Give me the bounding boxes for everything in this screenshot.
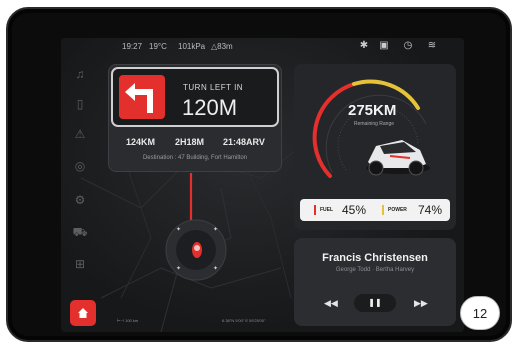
phone-icon[interactable]: ▣ bbox=[378, 40, 390, 52]
map-coordinates: 6.38°N 5'00" E 59'25'00" bbox=[222, 318, 266, 323]
power-marker bbox=[382, 205, 384, 215]
phone-icon[interactable]: ▯ bbox=[72, 96, 88, 112]
range-label: Remaining Range bbox=[354, 121, 395, 127]
step-badge: 12 bbox=[460, 296, 500, 330]
turn-label: TURN LEFT IN bbox=[183, 83, 244, 92]
turn-distance: 120M bbox=[182, 95, 238, 120]
range-gauge bbox=[312, 79, 430, 178]
music-icon[interactable]: ♫ bbox=[72, 66, 88, 82]
pause-icon: ❚❚ bbox=[368, 298, 382, 307]
pause-button[interactable]: ❚❚ bbox=[354, 294, 396, 312]
trip-distance: 124KM bbox=[126, 137, 156, 147]
song-artist: George Todd · Bertha Harvey bbox=[335, 267, 415, 273]
home-icon bbox=[78, 308, 88, 318]
altitude: △83m bbox=[211, 42, 233, 51]
turn-left-icon bbox=[119, 75, 165, 119]
power-value: 74% bbox=[418, 203, 443, 217]
temperature: 19°C bbox=[149, 42, 167, 51]
settings-icon[interactable]: ⚙ bbox=[72, 192, 88, 208]
rewind-icon[interactable]: ◀◀ bbox=[324, 298, 338, 309]
wifi-icon[interactable]: ≋ bbox=[426, 40, 438, 52]
music-card: Francis Christensen George Todd · Bertha… bbox=[294, 238, 456, 326]
compass-s-icon: ✦ bbox=[213, 266, 219, 272]
vehicle-position-icon bbox=[188, 240, 206, 260]
clock: 19:27 bbox=[122, 42, 143, 51]
compass-e-icon: ✦ bbox=[213, 227, 219, 233]
camera-icon[interactable]: ◎ bbox=[72, 158, 88, 174]
car-icon[interactable]: ⚠ bbox=[72, 126, 88, 142]
pressure: 101kPa bbox=[178, 42, 206, 51]
arrival-time: 21:48ARV bbox=[223, 137, 265, 147]
compass-icon[interactable]: ◷ bbox=[402, 40, 414, 52]
fast-forward-icon[interactable]: ▶▶ bbox=[414, 298, 428, 309]
bluetooth-icon[interactable]: ✱ bbox=[358, 40, 370, 52]
vehicle-icon[interactable]: ⛟ bbox=[72, 224, 88, 240]
grid-icon[interactable]: ⊞ bbox=[72, 256, 88, 272]
map-scale: ⊢⊣ 100 km bbox=[117, 318, 139, 323]
trip-time: 2H18M bbox=[175, 137, 205, 147]
compass-n-icon: ✦ bbox=[176, 227, 182, 233]
compass-w-icon: ✦ bbox=[176, 266, 182, 272]
fuel-value: 45% bbox=[342, 203, 367, 217]
turn-instruction: TURN LEFT IN 120M bbox=[111, 67, 279, 127]
power-label: POWER bbox=[388, 207, 407, 213]
destination: Destination : 47 Building, Fort Hamilton bbox=[142, 155, 248, 161]
fuel-power-bar: FUEL 45% POWER 74% bbox=[300, 199, 450, 221]
fuel-marker bbox=[314, 205, 316, 215]
navigation-card[interactable]: TURN LEFT IN 120M 124KM 2H18M 21:48ARV D… bbox=[108, 64, 282, 172]
range-value: 275KM bbox=[348, 102, 397, 119]
fuel-label: FUEL bbox=[320, 207, 334, 213]
home-button[interactable] bbox=[70, 300, 96, 326]
song-title: Francis Christensen bbox=[322, 252, 428, 264]
sidebar: ♫ ▯ ⚠ ◎ ⚙ ⛟ ⊞ bbox=[66, 66, 94, 336]
